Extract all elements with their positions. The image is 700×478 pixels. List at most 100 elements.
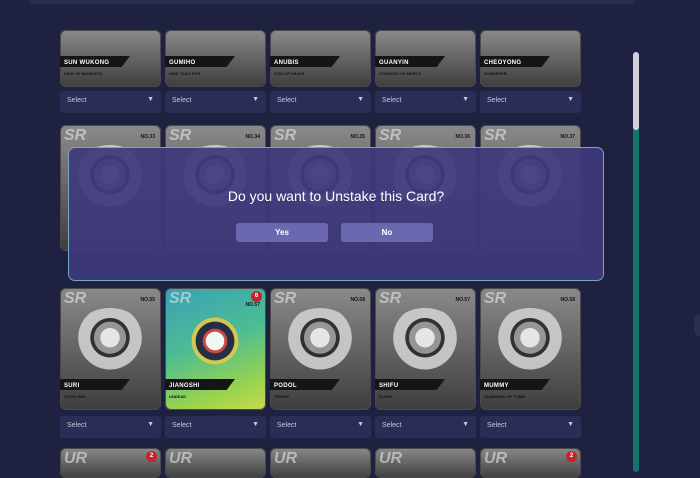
- card-mummy[interactable]: SR NO.58 MUMMY GUARDIAN OF TOMB: [480, 288, 581, 410]
- rarity-mark: SR: [64, 127, 87, 144]
- card-name: GUMIHO: [169, 60, 196, 66]
- card-number: NO.33: [140, 134, 155, 140]
- chevron-down-icon: ▼: [357, 421, 364, 428]
- yes-button[interactable]: Yes: [236, 223, 328, 242]
- select-dropdown[interactable]: Select ▼: [480, 91, 581, 113]
- top-panel: [28, 0, 636, 4]
- unstake-confirm-modal: Do you want to Unstake this Card? Yes No: [68, 147, 604, 281]
- select-dropdown[interactable]: Select ▼: [270, 91, 371, 113]
- rarity-mark: SR: [484, 290, 507, 307]
- card-subtitle: GODDESS OF MERCY: [379, 71, 422, 76]
- rarity-mark: SR: [379, 290, 402, 307]
- card[interactable]: UR: [375, 448, 476, 478]
- rarity-mark: UR: [484, 450, 508, 467]
- select-value: Select: [67, 97, 87, 104]
- chevron-down-icon: ▼: [147, 96, 154, 103]
- select-dropdown[interactable]: Select ▼: [165, 416, 266, 438]
- rarity-mark: UR: [379, 450, 403, 467]
- card-subtitle: ELDER: [379, 394, 393, 399]
- card[interactable]: UR 2: [480, 448, 581, 478]
- card-name: PODOL: [274, 383, 297, 389]
- rarity-mark: SR: [169, 290, 192, 307]
- card-name: CHEOYONG: [484, 60, 522, 66]
- rarity-mark: UR: [169, 450, 193, 467]
- count-badge: 6: [251, 291, 262, 302]
- rarity-mark: SR: [64, 290, 87, 307]
- card-cheoyong[interactable]: CHEOYONG SORCERER: [480, 30, 581, 87]
- select-dropdown[interactable]: Select ▼: [60, 91, 161, 113]
- chevron-down-icon: ▼: [357, 96, 364, 103]
- select-dropdown[interactable]: Select ▼: [60, 416, 161, 438]
- chevron-down-icon: ▼: [252, 96, 259, 103]
- select-value: Select: [382, 97, 402, 104]
- card-number: NO.55: [140, 297, 155, 303]
- card-name: ANUBIS: [274, 60, 299, 66]
- card-jiangshi[interactable]: SR 6 NO.57 JIANGSHI UNDEAD: [165, 288, 266, 410]
- rarity-mark: SR: [379, 127, 402, 144]
- rarity-mark: SR: [274, 290, 297, 307]
- card-subtitle: SORCERER: [484, 71, 507, 76]
- rarity-mark: SR: [169, 127, 192, 144]
- select-value: Select: [67, 422, 87, 429]
- card-number: NO.58: [350, 297, 365, 303]
- chevron-down-icon: ▼: [462, 421, 469, 428]
- card-guanyin[interactable]: GUANYIN GODDESS OF MERCY: [375, 30, 476, 87]
- card-name: GUANYIN: [379, 60, 409, 66]
- card-number: NO.57: [245, 302, 260, 308]
- card[interactable]: UR: [270, 448, 371, 478]
- card-podol[interactable]: SR NO.58 PODOL TRYING: [270, 288, 371, 410]
- select-value: Select: [277, 422, 297, 429]
- rarity-mark: UR: [64, 450, 88, 467]
- select-dropdown[interactable]: Select ▼: [375, 416, 476, 438]
- select-dropdown[interactable]: Select ▼: [480, 416, 581, 438]
- side-handle[interactable]: [694, 314, 700, 336]
- card-sun-wukong[interactable]: SUN WUKONG KING OF MONKEYS: [60, 30, 161, 87]
- card[interactable]: UR 2: [60, 448, 161, 478]
- card-subtitle: UNDEAD: [169, 394, 187, 399]
- card-number: NO.57: [455, 297, 470, 303]
- card-gumiho[interactable]: GUMIHO NINE TAILS FOX: [165, 30, 266, 87]
- select-dropdown[interactable]: Select ▼: [165, 91, 266, 113]
- rarity-mark: SR: [274, 127, 297, 144]
- select-value: Select: [487, 97, 507, 104]
- rarity-mark: UR: [274, 450, 298, 467]
- card-number: NO.37: [560, 134, 575, 140]
- chevron-down-icon: ▼: [147, 421, 154, 428]
- card-subtitle: TRYING: [274, 394, 289, 399]
- card-subtitle: GUARDIAN OF TOMB: [484, 394, 526, 399]
- card-number: NO.58: [560, 297, 575, 303]
- card[interactable]: UR: [165, 448, 266, 478]
- chevron-down-icon: ▼: [462, 96, 469, 103]
- card-subtitle: GOD OF DEATH: [274, 71, 305, 76]
- card-name: SHIFU: [379, 383, 399, 389]
- count-badge: 2: [566, 451, 577, 462]
- card-art: [282, 308, 358, 374]
- card-art: [387, 308, 463, 374]
- card-subtitle: CUTIE OWL: [64, 394, 87, 399]
- card-number: NO.34: [245, 134, 260, 140]
- chevron-down-icon: ▼: [252, 421, 259, 428]
- select-dropdown[interactable]: Select ▼: [270, 416, 371, 438]
- select-value: Select: [382, 422, 402, 429]
- card-subtitle: NINE TAILS FOX: [169, 71, 201, 76]
- card-number: NO.35: [350, 134, 365, 140]
- card-shifu[interactable]: SR NO.57 SHIFU ELDER: [375, 288, 476, 410]
- scrollbar-thumb[interactable]: [633, 52, 639, 130]
- select-dropdown[interactable]: Select ▼: [375, 91, 476, 113]
- no-button[interactable]: No: [341, 223, 433, 242]
- select-value: Select: [487, 422, 507, 429]
- card-art: [177, 308, 253, 374]
- card-name: SURI: [64, 383, 80, 389]
- select-value: Select: [172, 97, 192, 104]
- card-art: [492, 308, 568, 374]
- card-suri[interactable]: SR NO.55 SURI CUTIE OWL: [60, 288, 161, 410]
- card-name: JIANGSHI: [169, 383, 200, 389]
- count-badge: 2: [146, 451, 157, 462]
- card-art: [72, 308, 148, 374]
- select-value: Select: [277, 97, 297, 104]
- card-name: MUMMY: [484, 383, 509, 389]
- chevron-down-icon: ▼: [567, 96, 574, 103]
- select-value: Select: [172, 422, 192, 429]
- card-anubis[interactable]: ANUBIS GOD OF DEATH: [270, 30, 371, 87]
- modal-question: Do you want to Unstake this Card?: [227, 188, 445, 204]
